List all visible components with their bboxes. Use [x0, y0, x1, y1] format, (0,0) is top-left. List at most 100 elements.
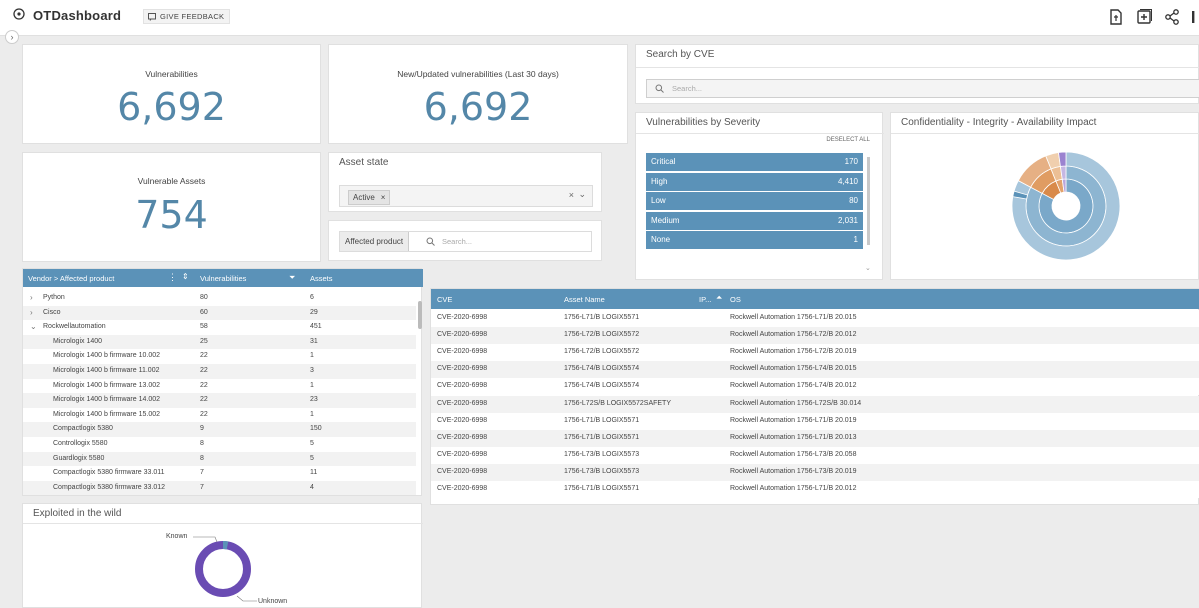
vendor-name: Rockwellautomation — [43, 323, 106, 331]
table-row[interactable]: Guardlogix 5580 8 5 — [23, 451, 416, 467]
expand-sidebar-icon[interactable]: › — [5, 30, 19, 44]
cia-sunburst-chart[interactable] — [1011, 151, 1121, 261]
cve-id[interactable]: CVE-2020-6998 — [437, 331, 487, 338]
cve-id[interactable]: CVE-2020-6998 — [437, 365, 487, 372]
dashboard-icon — [13, 8, 25, 20]
vendor-name: Micrologix 1400 — [53, 337, 103, 345]
col-header-ip[interactable]: IP... — [699, 295, 711, 304]
chevron-down-icon[interactable]: ⌄ — [578, 189, 586, 200]
sort-asc-icon[interactable]: ⏶ — [716, 293, 722, 303]
table-row[interactable]: ⌄ Rockwellautomation 58 451 — [23, 320, 416, 335]
deselect-all-link[interactable]: DESELECT ALL — [826, 137, 870, 143]
unknown-slice[interactable] — [195, 541, 251, 597]
asset-state-select[interactable]: Active × × ⌄ — [339, 185, 593, 207]
table-row[interactable]: CVE-2020-6998 1756-L71/B LOGIX5571 Rockwel… — [431, 481, 1199, 499]
col-header-assets[interactable]: Assets — [310, 274, 333, 283]
cve-id[interactable]: CVE-2020-6998 — [437, 314, 487, 321]
table-row[interactable]: › Python 80 6 — [23, 291, 416, 306]
severity-label: None — [651, 235, 671, 245]
asset-count: 23 — [310, 396, 318, 404]
table-row[interactable]: CVE-2020-6998 1756-L74/B LOGIX5574 Rockwel… — [431, 378, 1199, 396]
cve-id[interactable]: CVE-2020-6998 — [437, 468, 487, 475]
table-row[interactable]: Micrologix 1400 25 31 — [23, 334, 416, 350]
os-name: Rockwell Automation 1756-L74/B 20.012 — [730, 382, 857, 390]
vendor-name: Python — [43, 294, 65, 301]
chip-remove-icon[interactable]: × — [381, 193, 386, 202]
scroll-down-icon[interactable]: ⌄ — [865, 264, 871, 272]
add-panel-icon[interactable] — [1135, 8, 1153, 26]
table-row[interactable]: CVE-2020-6998 1756-L71/B LOGIX5571 Rockwel… — [431, 412, 1199, 430]
os-name: Rockwell Automation 1756-L71/B 20.013 — [730, 433, 857, 441]
expand-toggle-icon[interactable]: ⌄ — [30, 322, 37, 331]
asset-name: 1756-L71/B LOGIX5571 — [564, 485, 640, 492]
cve-search-input[interactable]: Search... — [646, 79, 1199, 98]
table-row[interactable]: Micrologix 1400 b firmware 10.002 22 1 — [23, 349, 416, 364]
cve-id[interactable]: CVE-2020-6998 — [437, 485, 487, 492]
table-row[interactable]: CVE-2020-6998 1756-L74/B LOGIX5574 Rockwel… — [431, 361, 1199, 379]
table-header: Vendor > Affected product ⋮ ⇕ Vulnerabil… — [23, 269, 423, 287]
cve-id[interactable]: CVE-2020-6998 — [437, 451, 487, 458]
column-menu-icon[interactable]: ⋮ — [168, 272, 177, 283]
table-row[interactable]: CVE-2020-6998 1756-L72/B LOGIX5572 Rockwel… — [431, 344, 1199, 362]
col-header-vulnerabilities[interactable]: Vulnerabilities — [200, 274, 246, 283]
table-row[interactable]: Micrologix 1400 b firmware 13.002 22 1 — [23, 378, 416, 394]
vendor-name: Compactlogix 5380 firmware 33.012 — [53, 483, 166, 491]
col-header-asset-name[interactable]: Asset Name — [564, 295, 605, 304]
severity-row[interactable]: Low 80 — [646, 192, 863, 211]
asset-state-chip[interactable]: Active × — [348, 190, 391, 205]
table-row[interactable]: Compactlogix 5380 9 150 — [23, 422, 416, 437]
more-menu-icon[interactable] — [1188, 8, 1199, 26]
cve-id[interactable]: CVE-2020-6998 — [437, 382, 487, 389]
table-row[interactable]: CVE-2020-6998 1756-L73/B LOGIX5573 Rockwel… — [431, 446, 1199, 464]
scrollbar[interactable] — [418, 301, 422, 329]
asset-name: 1756-L72S/B LOGIX5572SAFETY — [564, 399, 672, 407]
table-row[interactable]: CVE-2020-6998 1756-L73/B LOGIX5573 Rockwel… — [431, 463, 1199, 481]
os-name: Rockwell Automation 1756-L72/B 20.012 — [730, 331, 857, 339]
search-placeholder: Search... — [442, 237, 473, 246]
sort-icon[interactable]: ⇕ — [182, 272, 189, 281]
table-row[interactable]: Micrologix 1400 b firmware 14.002 22 23 — [23, 393, 416, 408]
search-icon — [426, 237, 435, 246]
cve-id[interactable]: CVE-2020-6998 — [437, 417, 487, 424]
vuln-count: 60 — [200, 308, 208, 316]
expand-toggle-icon[interactable]: › — [30, 293, 33, 302]
share-icon[interactable] — [1163, 8, 1181, 26]
severity-row[interactable]: High 4,410 — [646, 172, 863, 191]
feedback-label: GIVE FEEDBACK — [160, 12, 225, 21]
table-row[interactable]: Compactlogix 5380 firmware 33.012 7 4 — [23, 480, 416, 496]
table-header: CVE Asset Name IP... ⏶ OS — [431, 289, 1199, 309]
table-row[interactable]: Compactlogix 5380 firmware 33.011 7 11 — [23, 466, 416, 481]
os-name: Rockwell Automation 1756-L71/B 20.012 — [730, 485, 857, 492]
export-pdf-icon[interactable] — [1107, 8, 1125, 26]
severity-row[interactable]: Critical 170 — [646, 153, 863, 171]
cve-asset-table: CVE Asset Name IP... ⏶ OS CVE-2020-6998 1… — [430, 288, 1199, 505]
table-row[interactable]: Micrologix 1400 b firmware 15.002 22 1 — [23, 407, 416, 423]
cve-id[interactable]: CVE-2020-6998 — [437, 348, 487, 355]
table-row[interactable]: › Cisco 60 29 — [23, 305, 416, 321]
vuln-count: 58 — [200, 323, 208, 331]
severity-row[interactable]: None 1 — [646, 231, 863, 250]
table-row[interactable]: CVE-2020-6998 1756-L71/B LOGIX5571 Rockwel… — [431, 310, 1199, 328]
unknown-label: Unknown — [258, 598, 288, 605]
give-feedback-button[interactable]: GIVE FEEDBACK — [143, 9, 231, 24]
table-row[interactable]: CVE-2020-6998 1756-L71/B LOGIX5571 Rockwel… — [431, 429, 1199, 447]
cve-id[interactable]: CVE-2020-6998 — [437, 400, 487, 407]
top-bar: OTDashboard GIVE FEEDBACK — [0, 0, 1199, 36]
cia-title: Confidentiality - Integrity - Availabili… — [901, 117, 1097, 128]
table-row[interactable]: Micrologix 1400 b firmware 11.002 22 3 — [23, 364, 416, 379]
sort-desc-icon[interactable]: ⏷ — [289, 273, 295, 283]
table-row[interactable]: CVE-2020-6998 1756-L72/B LOGIX5572 Rockwel… — [431, 327, 1199, 345]
asset-name: 1756-L71/B LOGIX5571 — [564, 416, 640, 424]
col-header-cve[interactable]: CVE — [437, 295, 452, 304]
severity-row[interactable]: Medium 2,031 — [646, 211, 863, 230]
col-header-vendor[interactable]: Vendor > Affected product — [28, 274, 114, 283]
col-header-os[interactable]: OS — [730, 295, 741, 304]
table-row[interactable]: CVE-2020-6998 1756-L72S/B LOGIX5572SAFETY… — [431, 395, 1199, 413]
expand-toggle-icon[interactable]: › — [30, 308, 33, 317]
cve-id[interactable]: CVE-2020-6998 — [437, 434, 487, 441]
affected-product-search[interactable]: Affected product Search... — [339, 231, 592, 252]
table-row[interactable]: Controllogix 5580 8 5 — [23, 437, 416, 452]
vendor-name: Compactlogix 5380 firmware 33.011 — [53, 469, 165, 477]
scrollbar[interactable] — [867, 157, 870, 245]
clear-icon[interactable]: × — [569, 190, 574, 200]
